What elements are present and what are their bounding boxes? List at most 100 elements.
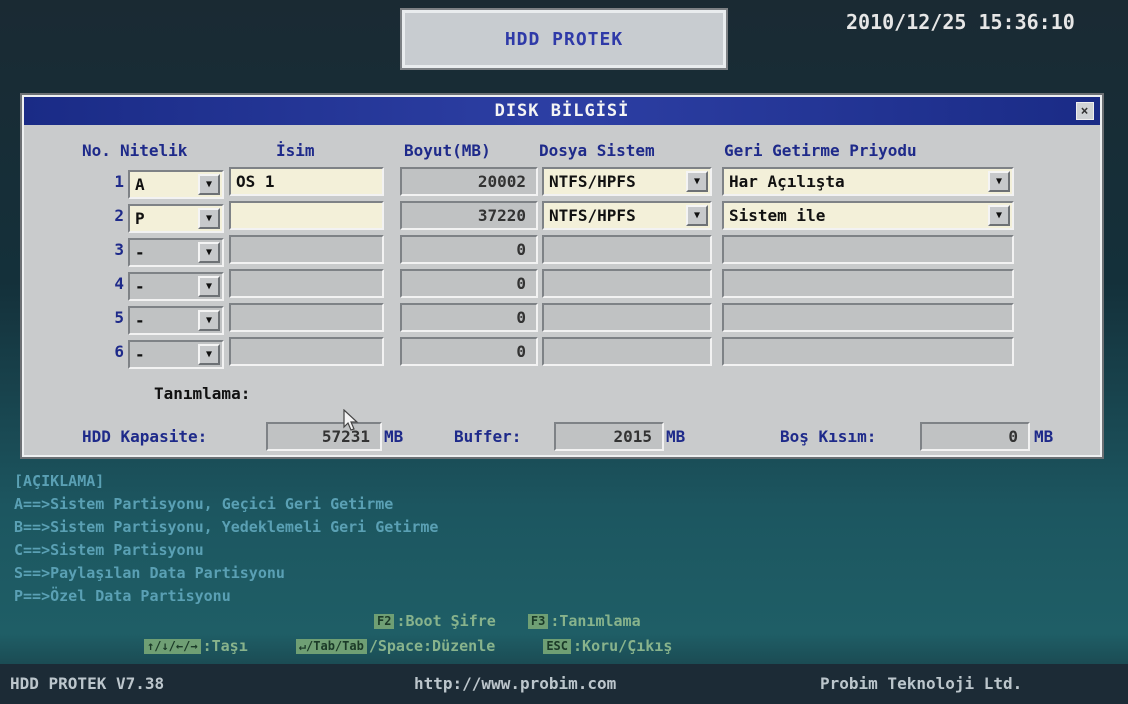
arrow-keys-icon: ↑/↓/←/→	[144, 639, 201, 654]
mouse-cursor-icon	[343, 409, 359, 431]
description-label: Tanımlama:	[154, 384, 251, 403]
chevron-down-icon[interactable]: ▼	[988, 171, 1010, 192]
partition-number: 5	[114, 308, 124, 327]
buffer-unit: MB	[666, 427, 686, 446]
header-size: Boyut(MB)	[404, 141, 491, 160]
f2-key-icon: F2	[374, 614, 395, 629]
status-bar: HDD PROTEK V7.38 http://www.probim.com P…	[0, 664, 1128, 704]
partition-number: 3	[114, 240, 124, 259]
free-space-field: 0	[920, 422, 1030, 451]
attribute-value: -	[135, 243, 145, 262]
filesystem-select[interactable]	[542, 303, 712, 332]
partition-row: 3- ▼ 0	[24, 232, 1100, 267]
partition-size-field: 0	[400, 303, 538, 332]
attribute-select[interactable]: A ▼	[128, 170, 224, 199]
filesystem-select[interactable]: NTFS/HPFS ▼	[542, 201, 712, 230]
partition-row: 2 P ▼ 37220 NTFS/HPFS ▼ Sistem ile ▼	[24, 198, 1100, 233]
filesystem-select[interactable]	[542, 235, 712, 264]
partition-size-field: 0	[400, 235, 538, 264]
restore-period-select[interactable]	[722, 337, 1014, 366]
partition-name-input[interactable]: OS 1	[229, 167, 384, 196]
buffer-field: 2015	[554, 422, 664, 451]
partition-row: 5- ▼ 0	[24, 300, 1100, 335]
edit-keys-icon: ↵/Tab/Tab	[295, 639, 367, 654]
chevron-down-icon[interactable]: ▼	[198, 344, 220, 365]
partition-row: 1 A ▼ OS 1 20002 NTFS/HPFS ▼ Har Açılışta ▼	[24, 164, 1100, 199]
partition-row: 4- ▼ 0	[24, 266, 1100, 301]
legend: [AÇIKLAMA] A==>Sistem Partisyonu, Geçici…	[14, 470, 438, 608]
attribute-select[interactable]: - ▼	[128, 238, 224, 267]
exit-hint: :Koru/Çıkış	[573, 637, 673, 655]
filesystem-select[interactable]: NTFS/HPFS ▼	[542, 167, 712, 196]
filesystem-select[interactable]	[542, 337, 712, 366]
partition-row: 6- ▼ 0	[24, 334, 1100, 369]
capacity-field: 57231	[266, 422, 382, 451]
restore-period-select[interactable]: Har Açılışta ▼	[722, 167, 1014, 196]
restore-period-value: Sistem ile	[729, 206, 826, 225]
attribute-value: -	[135, 345, 145, 364]
filesystem-value: NTFS/HPFS	[549, 206, 636, 225]
capacity-label: HDD Kapasite:	[82, 427, 208, 446]
disk-info-dialog: DISK BİLGİSİ × No. Nitelik İsim Boyut(MB…	[20, 93, 1104, 459]
partition-name-input[interactable]	[229, 235, 384, 264]
restore-period-select[interactable]	[722, 269, 1014, 298]
partition-number: 4	[114, 274, 124, 293]
company-name: Probim Teknoloji Ltd.	[820, 674, 1023, 693]
close-icon[interactable]: ×	[1076, 102, 1094, 120]
website-url: http://www.probim.com	[414, 674, 617, 693]
filesystem-select[interactable]	[542, 269, 712, 298]
legend-item: B==>Sistem Partisyonu, Yedeklemeli Geri …	[14, 518, 439, 536]
partition-name-input[interactable]	[229, 337, 384, 366]
chevron-down-icon[interactable]: ▼	[198, 174, 220, 195]
boot-password-hint: :Boot Şifre	[396, 612, 496, 630]
attribute-value: A	[135, 175, 145, 194]
header-attribute: Nitelik	[120, 141, 188, 160]
attribute-value: -	[135, 277, 145, 296]
legend-item: S==>Paylaşılan Data Partisyonu	[14, 564, 285, 582]
clock: 2010/12/25 15:36:10	[846, 10, 1075, 34]
partition-name-input[interactable]	[229, 269, 384, 298]
chevron-down-icon[interactable]: ▼	[198, 310, 220, 331]
partition-number: 6	[114, 342, 124, 361]
attribute-select[interactable]: - ▼	[128, 306, 224, 335]
buffer-label: Buffer:	[454, 427, 522, 446]
attribute-value: -	[135, 311, 145, 330]
version-label: HDD PROTEK V7.38	[10, 674, 165, 693]
hotkey-row-1: F2:Boot Şifre F3:Tanımlama	[374, 612, 641, 630]
move-hint: :Taşı	[202, 637, 248, 655]
restore-period-value: Har Açılışta	[729, 172, 845, 191]
chevron-down-icon[interactable]: ▼	[686, 205, 708, 226]
header-no: No.	[82, 141, 111, 160]
partition-number: 1	[114, 172, 124, 191]
free-space-label: Boş Kısım:	[780, 427, 877, 446]
partition-size-field: 20002	[400, 167, 538, 196]
describe-hint: :Tanımlama	[550, 612, 641, 630]
app-title: HDD PROTEK	[400, 8, 728, 70]
restore-period-select[interactable]	[722, 303, 1014, 332]
chevron-down-icon[interactable]: ▼	[686, 171, 708, 192]
chevron-down-icon[interactable]: ▼	[198, 208, 220, 229]
free-space-unit: MB	[1034, 427, 1054, 446]
attribute-select[interactable]: P ▼	[128, 204, 224, 233]
dialog-title: DISK BİLGİSİ	[494, 101, 630, 121]
partition-name-input[interactable]	[229, 201, 384, 230]
header-restore-period: Geri Getirme Priyodu	[724, 141, 917, 160]
partition-size-field: 0	[400, 269, 538, 298]
chevron-down-icon[interactable]: ▼	[198, 242, 220, 263]
attribute-select[interactable]: - ▼	[128, 340, 224, 369]
partition-size-field: 37220	[400, 201, 538, 230]
partition-size-field: 0	[400, 337, 538, 366]
attribute-select[interactable]: - ▼	[128, 272, 224, 301]
partition-name-input[interactable]	[229, 303, 384, 332]
restore-period-select[interactable]: Sistem ile ▼	[722, 201, 1014, 230]
restore-period-select[interactable]	[722, 235, 1014, 264]
legend-item: C==>Sistem Partisyonu	[14, 541, 204, 559]
dialog-titlebar: DISK BİLGİSİ ×	[24, 97, 1100, 125]
attribute-value: P	[135, 209, 145, 228]
chevron-down-icon[interactable]: ▼	[198, 276, 220, 297]
chevron-down-icon[interactable]: ▼	[988, 205, 1010, 226]
f3-key-icon: F3	[527, 614, 549, 629]
hotkey-row-2: ↑/↓/←/→:Taşı ↵/Tab/Tab/Space:Düzenle ESC…	[144, 637, 672, 655]
legend-item: A==>Sistem Partisyonu, Geçici Geri Getir…	[14, 495, 394, 513]
edit-hint: /Space:Düzenle	[368, 637, 496, 655]
